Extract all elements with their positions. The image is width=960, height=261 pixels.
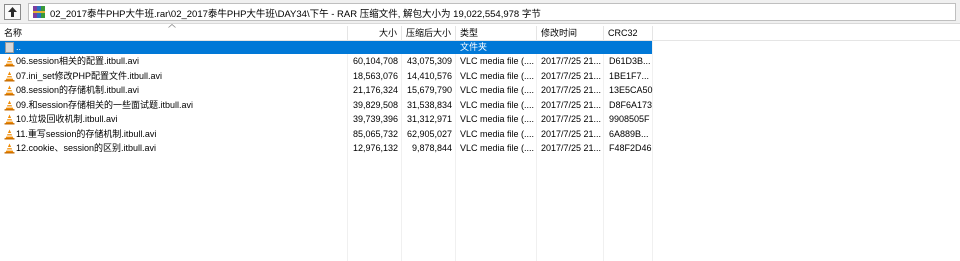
file-packed-size: 62,905,027 bbox=[406, 128, 452, 139]
vlc-cone-icon bbox=[4, 100, 15, 110]
file-packed-size: 14,410,576 bbox=[406, 70, 452, 81]
file-size: 39,739,396 bbox=[352, 114, 398, 124]
vlc-cone-icon bbox=[4, 56, 15, 67]
file-type: VLC media file (.... bbox=[460, 70, 535, 81]
parent-folder-row[interactable]: .. 文件夹 bbox=[0, 41, 652, 54]
file-packed-size: 31,538,834 bbox=[406, 99, 452, 110]
file-name: 11.重写session的存储机制.itbull.avi bbox=[16, 128, 157, 139]
file-size: 18,563,076 bbox=[352, 70, 398, 81]
parent-folder-name: .. bbox=[16, 42, 22, 52]
file-crc32: F48F2D46 bbox=[609, 143, 652, 153]
file-name: 09.和session存储相关的一些面试题.itbull.avi bbox=[16, 99, 194, 110]
file-row[interactable]: 12.cookie、session的区别.itbull.avi 12,976,13… bbox=[0, 142, 652, 155]
column-header: 名称 大小 压缩后大小 类型 修改时间 CRC32 bbox=[0, 26, 960, 41]
file-crc32: D8F6A173 bbox=[609, 99, 653, 110]
file-row[interactable]: 11.重写session的存储机制.itbull.avi 85,065,732 62… bbox=[0, 128, 652, 141]
file-size: 21,176,324 bbox=[352, 85, 398, 95]
vlc-cone-icon bbox=[4, 114, 15, 125]
parent-folder-icon bbox=[5, 42, 14, 53]
file-packed-size: 31,312,971 bbox=[406, 114, 452, 124]
column-packed-size[interactable]: 压缩后大小 bbox=[402, 26, 456, 40]
sort-ascending-icon bbox=[168, 24, 176, 28]
up-folder-button[interactable] bbox=[4, 4, 21, 20]
file-crc32: D61D3B... bbox=[609, 56, 651, 66]
file-name: 10.垃圾回收机制.itbull.avi bbox=[16, 114, 118, 124]
file-modified: 2017/7/25 21... bbox=[541, 56, 602, 66]
file-name: 06.session相关的配置.itbull.avi bbox=[16, 56, 140, 66]
file-type: VLC media file (.... bbox=[460, 114, 535, 124]
file-size: 12,976,132 bbox=[352, 143, 398, 153]
file-size: 85,065,732 bbox=[352, 128, 398, 139]
file-crc32: 1BE1F7... bbox=[609, 70, 650, 81]
file-crc32: 9908505F bbox=[609, 114, 650, 124]
folder-up-icon bbox=[8, 7, 17, 17]
file-modified: 2017/7/25 21... bbox=[541, 114, 602, 124]
file-crc32: 6A889B... bbox=[609, 128, 649, 139]
file-modified: 2017/7/25 21... bbox=[541, 70, 602, 81]
file-row[interactable]: 10.垃圾回收机制.itbull.avi 39,739,396 31,312,971… bbox=[0, 113, 652, 126]
file-size: 39,829,508 bbox=[352, 99, 398, 110]
file-row[interactable]: 09.和session存储相关的一些面试题.itbull.avi 39,829,5… bbox=[0, 99, 652, 112]
vlc-cone-icon bbox=[4, 71, 15, 81]
file-packed-size: 43,075,309 bbox=[406, 56, 452, 66]
file-packed-size: 9,878,844 bbox=[411, 143, 452, 153]
file-modified: 2017/7/25 21... bbox=[541, 85, 602, 95]
file-name: 08.session的存储机制.itbull.avi bbox=[16, 85, 140, 95]
column-modified[interactable]: 修改时间 bbox=[537, 26, 604, 40]
parent-folder-type: 文件夹 bbox=[460, 42, 488, 52]
file-modified: 2017/7/25 21... bbox=[541, 143, 602, 153]
vlc-cone-icon bbox=[4, 85, 15, 96]
file-row[interactable]: 08.session的存储机制.itbull.avi 21,176,324 15,6… bbox=[0, 84, 653, 97]
file-type: VLC media file (.... bbox=[460, 85, 535, 95]
file-modified: 2017/7/25 21... bbox=[541, 128, 602, 139]
column-crc32[interactable]: CRC32 bbox=[604, 26, 653, 40]
column-name[interactable]: 名称 bbox=[0, 26, 348, 40]
column-type[interactable]: 类型 bbox=[456, 26, 537, 40]
archive-path-text: 02_2017泰牛PHP大牛班.rar\02_2017泰牛PHP大牛班\DAY3… bbox=[50, 9, 541, 20]
file-type: VLC media file (.... bbox=[460, 99, 535, 110]
vlc-cone-icon bbox=[4, 129, 15, 139]
column-size[interactable]: 大小 bbox=[348, 26, 402, 40]
winrar-archive-icon bbox=[33, 6, 45, 18]
file-type: VLC media file (.... bbox=[460, 143, 535, 153]
file-name: 07.ini_set修改PHP配置文件.itbull.avi bbox=[16, 70, 163, 81]
path-field[interactable]: 02_2017泰牛PHP大牛班.rar\02_2017泰牛PHP大牛班\DAY3… bbox=[28, 3, 956, 21]
vlc-cone-icon bbox=[4, 143, 15, 154]
file-row[interactable]: 06.session相关的配置.itbull.avi 60,104,708 43,0… bbox=[0, 55, 652, 68]
file-modified: 2017/7/25 21... bbox=[541, 99, 602, 110]
file-crc32: 13E5CA50 bbox=[609, 85, 653, 95]
file-size: 60,104,708 bbox=[352, 56, 398, 66]
file-packed-size: 15,679,790 bbox=[406, 85, 452, 95]
path-bar: 02_2017泰牛PHP大牛班.rar\02_2017泰牛PHP大牛班\DAY3… bbox=[0, 0, 960, 24]
file-type: VLC media file (.... bbox=[460, 56, 535, 66]
file-row[interactable]: 07.ini_set修改PHP配置文件.itbull.avi 18,563,076… bbox=[0, 70, 652, 83]
file-type: VLC media file (.... bbox=[460, 128, 535, 139]
file-name: 12.cookie、session的区别.itbull.avi bbox=[16, 143, 157, 153]
